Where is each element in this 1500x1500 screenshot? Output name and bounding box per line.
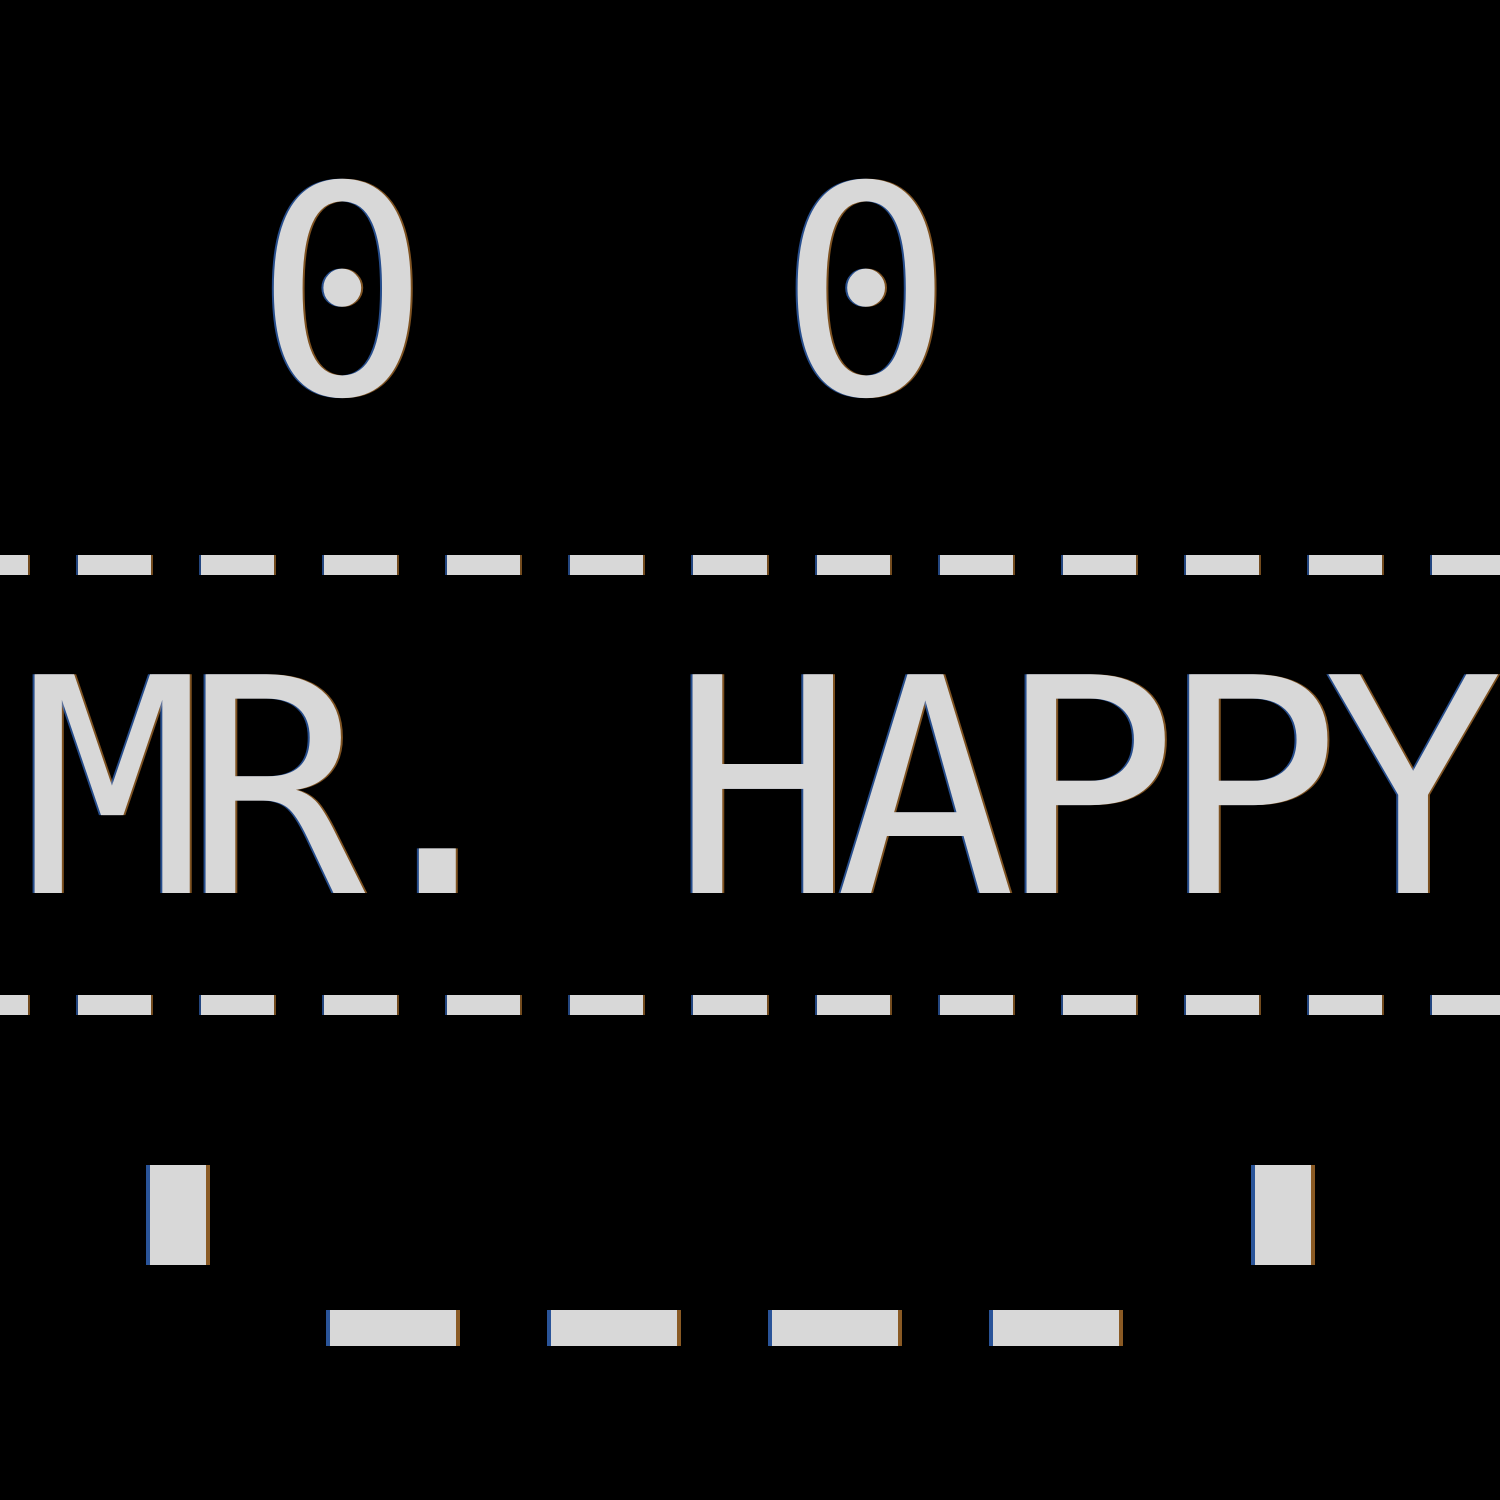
ascii-mouth <box>330 1310 1214 1346</box>
terminal-screen: 0 0 MR. HAPPY <box>0 0 1500 1500</box>
mouth-left-corner <box>150 1165 206 1265</box>
mouth-right-corner <box>1255 1165 1311 1265</box>
ascii-eyes: 0 0 <box>255 126 954 463</box>
bottom-dashed-rule <box>0 995 1500 1017</box>
top-dashed-rule <box>0 555 1500 577</box>
ascii-name-label: MR. HAPPY <box>22 615 1500 964</box>
